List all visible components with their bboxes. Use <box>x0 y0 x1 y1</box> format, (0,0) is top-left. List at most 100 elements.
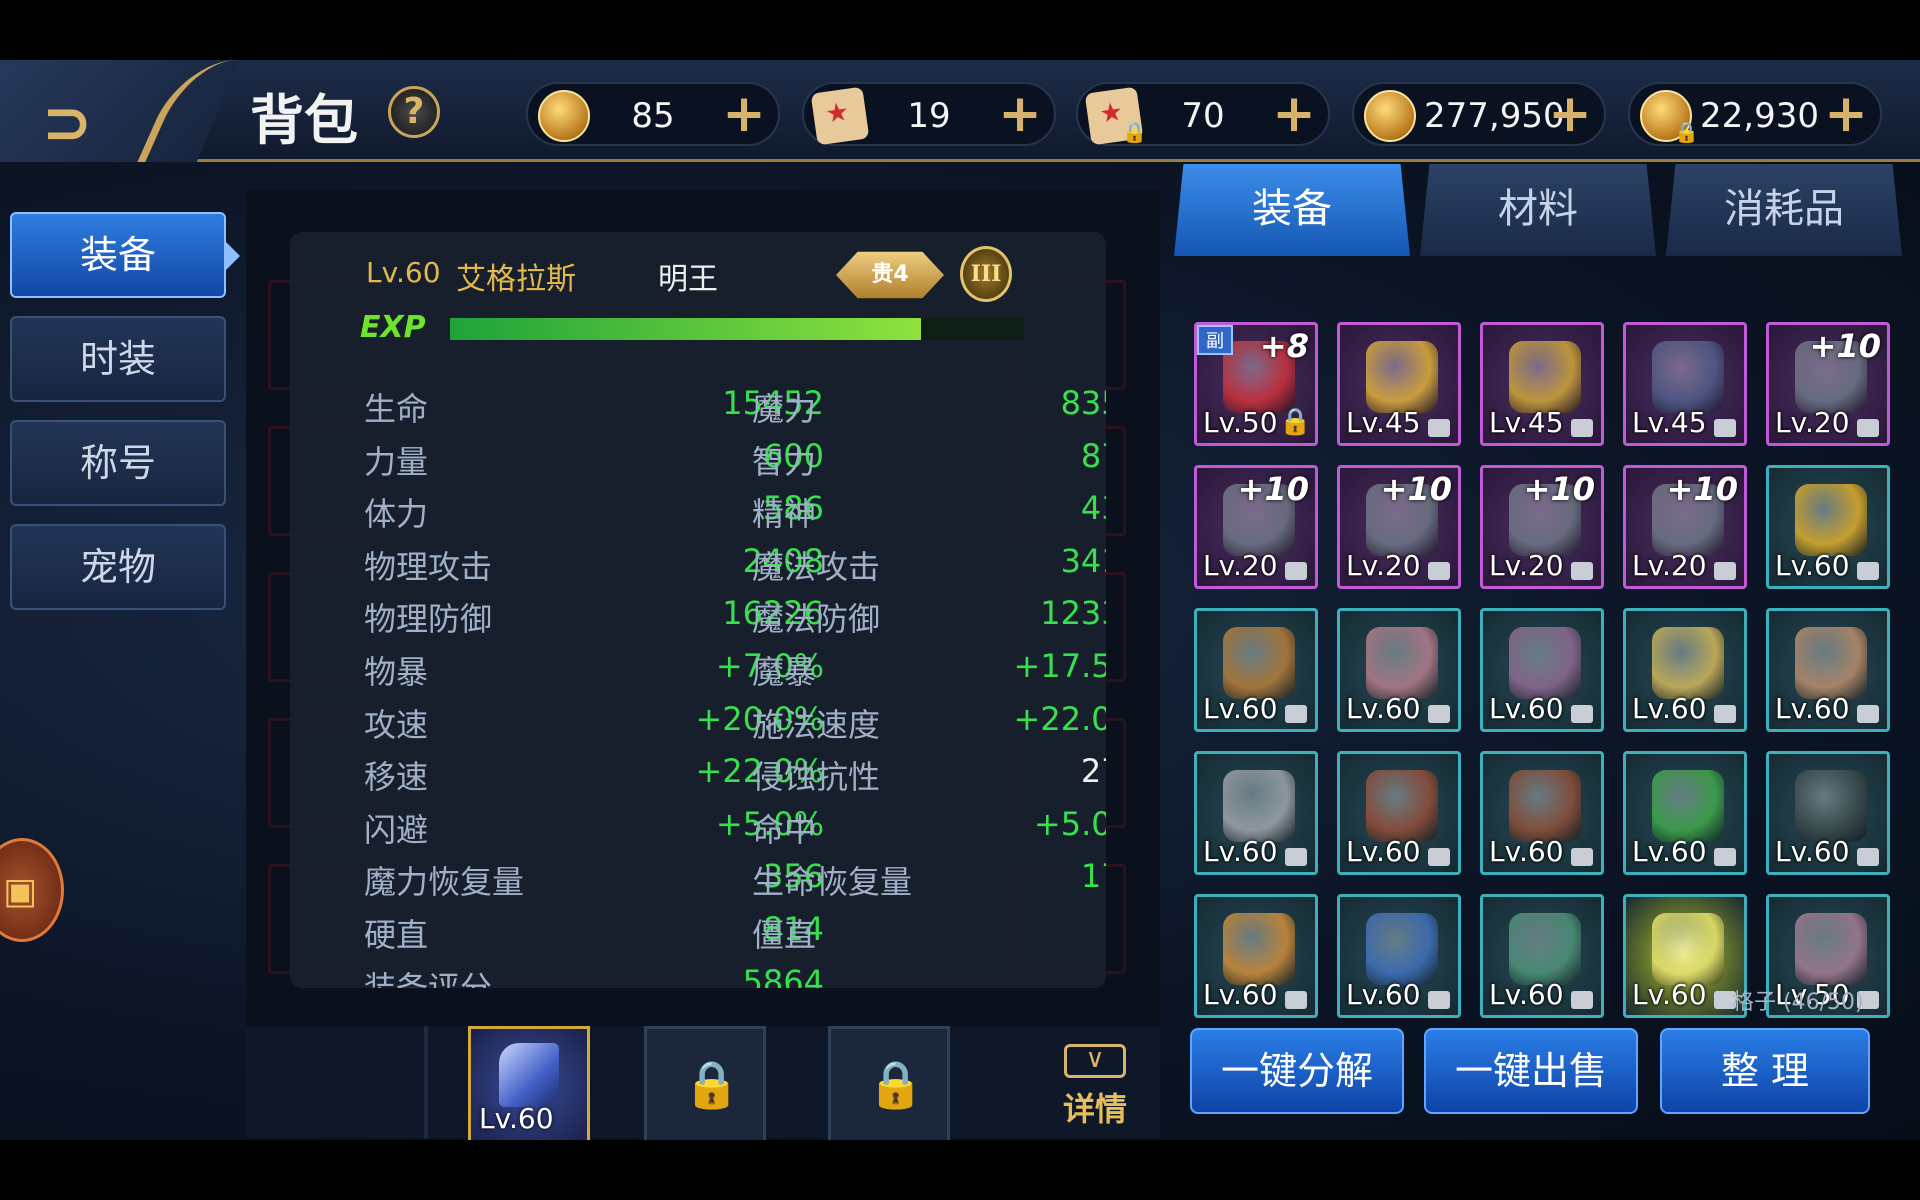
tab-equipment[interactable]: 装备 <box>1174 164 1410 256</box>
inventory-slot[interactable]: Lv.60 <box>1194 751 1318 875</box>
storage-chest-icon <box>1428 705 1450 723</box>
sidebar-tab-pets[interactable]: 宠物 <box>10 524 226 610</box>
item-level: Lv.60 <box>1203 692 1278 725</box>
item-level: Lv.60 <box>1632 978 1707 1011</box>
item-level: Lv.60 <box>1632 835 1707 868</box>
enhance-level: +8 <box>1259 327 1309 365</box>
inventory-slot[interactable]: +10 Lv.20 <box>1623 465 1747 589</box>
item-level: Lv.60 <box>1489 835 1564 868</box>
auto-sell-button[interactable]: 一键出售 <box>1424 1028 1638 1114</box>
storage-chest-icon <box>1857 562 1879 580</box>
item-level: Lv.60 <box>1489 692 1564 725</box>
storage-chest-icon <box>1714 419 1736 437</box>
storage-chest-icon <box>1857 848 1879 866</box>
inventory-slot[interactable]: Lv.45 <box>1337 322 1461 446</box>
inventory-slot[interactable]: +10 Lv.20 <box>1337 465 1461 589</box>
inventory-slot[interactable]: +10 Lv.20 <box>1480 465 1604 589</box>
inventory-slot[interactable]: +10 Lv.20 <box>1766 322 1890 446</box>
details-button[interactable]: ∨ 详情 <box>1046 1044 1144 1134</box>
item-art <box>1366 627 1438 699</box>
inventory-slot[interactable]: Lv.60 <box>1337 894 1461 1018</box>
inventory-slot[interactable]: Lv.60 <box>1766 465 1890 589</box>
gold-disc-icon <box>538 90 590 142</box>
storage-chest-icon <box>1285 848 1307 866</box>
equipped-slot-1[interactable]: Lv.60 <box>468 1026 590 1140</box>
inventory-slot[interactable]: Lv.60 <box>1194 894 1318 1018</box>
sidebar-tab-titles[interactable]: 称号 <box>10 420 226 506</box>
stat-label: 物暴 <box>364 653 429 691</box>
inventory-slot[interactable]: +10 Lv.20 <box>1194 465 1318 589</box>
help-button[interactable]: ? <box>388 86 440 138</box>
exp-label: EXP <box>360 310 426 345</box>
treasure-chest-button[interactable]: ▣ <box>0 838 64 942</box>
inventory-slot[interactable]: Lv.60 <box>1623 608 1747 732</box>
sidebar-tab-equipment[interactable]: 装备 <box>10 212 240 298</box>
stat-label: 体力 <box>364 495 429 534</box>
stat-row: 物暴+7.0%魔暴+17.5% <box>290 647 1106 699</box>
equipped-slot-3-locked[interactable]: 🔒 <box>828 1026 950 1140</box>
auto-disassemble-button[interactable]: 一键分解 <box>1190 1028 1404 1114</box>
inventory-slot[interactable]: Lv.60 <box>1480 608 1604 732</box>
item-level: Lv.20 <box>1346 549 1421 582</box>
item-art <box>1509 341 1581 413</box>
add-currency-button[interactable]: + <box>1546 88 1594 142</box>
item-art <box>1366 770 1438 842</box>
inventory-slot[interactable]: Lv.60 <box>1623 894 1747 1018</box>
rank-shield-badge[interactable]: III <box>960 246 1012 302</box>
stat-label: 施法速度 <box>752 705 881 744</box>
inventory-slot[interactable]: Lv.60 <box>1623 751 1747 875</box>
sidebar-tab-fashion[interactable]: 时装 <box>10 316 226 402</box>
treasure-chest-icon: ▣ <box>3 871 38 912</box>
stat-value: 12334 <box>1040 594 1106 633</box>
inventory-slot[interactable]: Lv.45 <box>1623 322 1747 446</box>
inventory-slot[interactable]: Lv.60 <box>1480 751 1604 875</box>
exp-bar-fill <box>450 318 921 340</box>
item-level: Lv.60 <box>479 1102 554 1135</box>
inventory-slot[interactable]: Lv.60 <box>1337 608 1461 732</box>
stat-row: 魔力恢复量356生命恢复量174 <box>290 857 1106 909</box>
item-art <box>1223 627 1295 699</box>
enhance-level: +10 <box>1809 327 1881 365</box>
item-art <box>1795 484 1867 556</box>
inventory-slot[interactable]: Lv.60 <box>1194 608 1318 732</box>
inventory-slot[interactable]: Lv.60 <box>1766 751 1890 875</box>
item-level: Lv.20 <box>1203 549 1278 582</box>
storage-chest-icon <box>1571 419 1593 437</box>
noble-rank-badge[interactable]: 贵4 <box>836 251 944 299</box>
inventory-slot[interactable]: 副 +8 Lv.50 🔒 <box>1194 322 1318 446</box>
item-art <box>1366 913 1438 985</box>
item-level: Lv.60 <box>1632 692 1707 725</box>
currency-value: 85 <box>631 96 675 136</box>
storage-chest-icon <box>1428 419 1450 437</box>
item-art <box>1795 913 1867 985</box>
add-currency-button[interactable]: + <box>1822 88 1870 142</box>
add-currency-button[interactable]: + <box>1270 88 1318 142</box>
item-level: Lv.60 <box>1775 692 1850 725</box>
sort-button[interactable]: 整 理 <box>1660 1028 1870 1114</box>
item-level: Lv.20 <box>1775 406 1850 439</box>
inventory-slot[interactable]: Lv.60 <box>1337 751 1461 875</box>
add-currency-button[interactable]: + <box>996 88 1044 142</box>
inventory-slot[interactable]: Lv.45 <box>1480 322 1604 446</box>
currency-gold-disc: 85 + <box>526 82 780 146</box>
stat-row: 装备评分 5864 <box>290 963 1106 988</box>
stat-label: 生命 <box>364 390 429 428</box>
tab-materials[interactable]: 材料 <box>1420 164 1656 256</box>
item-art <box>1795 770 1867 842</box>
stat-label: 智力 <box>752 442 817 481</box>
top-bar: ⊃ 背包 ? 85 + 19 + 🔒 70 + 277,950 + 🔒 22 <box>0 60 1920 162</box>
inventory-slot[interactable]: Lv.60 <box>1766 608 1890 732</box>
equipped-item-art <box>499 1043 559 1107</box>
add-currency-button[interactable]: + <box>720 88 768 142</box>
stat-label: 命中 <box>752 810 817 849</box>
storage-chest-icon <box>1285 705 1307 723</box>
tab-consumables[interactable]: 消耗品 <box>1666 164 1902 256</box>
stat-value: 434 <box>1080 489 1106 528</box>
equipped-slot-2-locked[interactable]: 🔒 <box>644 1026 766 1140</box>
secondary-weapon-tag: 副 <box>1197 325 1233 355</box>
inventory-slot[interactable]: Lv.60 <box>1480 894 1604 1018</box>
currency-value: 277,950 <box>1424 96 1565 136</box>
item-level: Lv.20 <box>1632 549 1707 582</box>
currency-scroll-ticket: 19 + <box>802 82 1056 146</box>
item-art <box>1795 627 1867 699</box>
